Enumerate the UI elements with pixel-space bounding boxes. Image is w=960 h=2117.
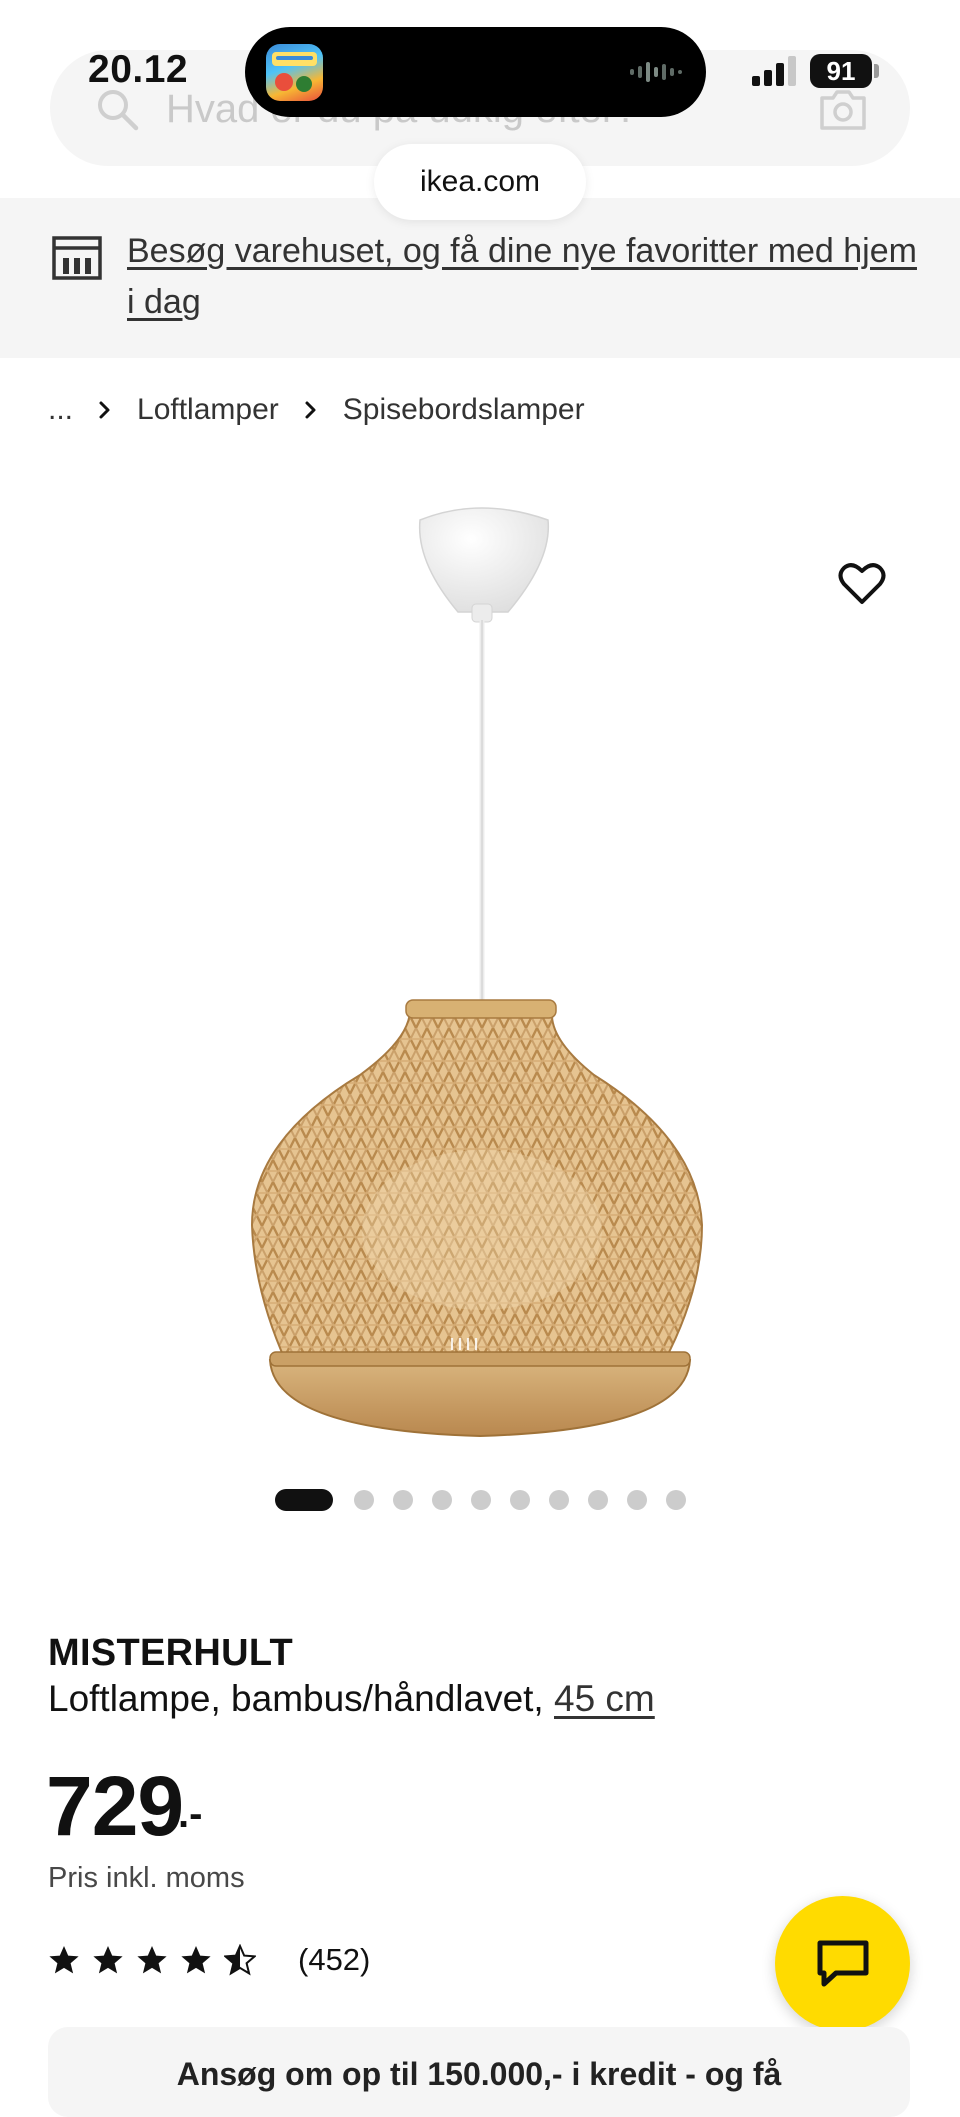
carousel-dot[interactable] bbox=[354, 1490, 374, 1510]
carousel-dot[interactable] bbox=[393, 1490, 413, 1510]
star-icon bbox=[49, 1946, 79, 1974]
breadcrumb-ellipsis[interactable]: ... bbox=[48, 393, 73, 427]
chat-button[interactable] bbox=[775, 1896, 910, 2031]
heart-icon[interactable] bbox=[838, 562, 886, 606]
status-time: 20.12 bbox=[88, 48, 189, 91]
breadcrumb-loftlamper[interactable]: Loftlamper bbox=[137, 393, 279, 427]
credit-banner-text: Ansøg om op til 150.000,- i kredit - og … bbox=[176, 2056, 782, 2092]
breadcrumb-spisebordslamper[interactable]: Spisebordslamper bbox=[343, 393, 585, 427]
battery-tip bbox=[874, 64, 879, 78]
cellular-signal-icon bbox=[752, 56, 796, 86]
image-carousel-dots bbox=[275, 1489, 705, 1511]
product-price: 729 bbox=[46, 1759, 184, 1853]
carousel-dot-active[interactable] bbox=[275, 1489, 333, 1511]
star-icon bbox=[137, 1946, 167, 1974]
product-type: Loftlampe, bambus/håndlavet, bbox=[48, 1678, 544, 1719]
chevron-right-icon bbox=[99, 401, 110, 419]
search-icon[interactable] bbox=[94, 86, 140, 132]
rating-count[interactable]: (452) bbox=[298, 1942, 370, 1978]
star-icon bbox=[93, 1946, 123, 1974]
audio-wave-icon bbox=[630, 62, 682, 82]
product-image[interactable] bbox=[240, 500, 720, 1440]
now-playing-app-icon[interactable] bbox=[266, 44, 323, 101]
price-note: Pris inkl. moms bbox=[48, 1862, 245, 1894]
product-name: MISTERHULT bbox=[48, 1632, 294, 1674]
star-icon bbox=[181, 1946, 211, 1974]
product-rating[interactable]: (452) bbox=[48, 1940, 370, 1980]
price-suffix: .- bbox=[178, 1792, 203, 1836]
app-artwork-icon bbox=[272, 52, 317, 92]
carousel-dot[interactable] bbox=[627, 1490, 647, 1510]
product-size-link[interactable]: 45 cm bbox=[554, 1678, 655, 1719]
store-icon bbox=[52, 236, 102, 280]
chat-icon bbox=[817, 1940, 868, 1986]
breadcrumb: ... Loftlamper Spisebordslamper bbox=[48, 388, 585, 432]
carousel-dot[interactable] bbox=[432, 1490, 452, 1510]
product-description: Loftlampe, bambus/håndlavet, 45 cm bbox=[48, 1678, 655, 1720]
carousel-dot[interactable] bbox=[666, 1490, 686, 1510]
carousel-dot[interactable] bbox=[588, 1490, 608, 1510]
camera-icon[interactable] bbox=[818, 86, 868, 132]
chevron-right-icon bbox=[305, 401, 316, 419]
carousel-dot[interactable] bbox=[471, 1490, 491, 1510]
carousel-dot[interactable] bbox=[549, 1490, 569, 1510]
battery-level: 91 bbox=[826, 56, 856, 86]
carousel-dot[interactable] bbox=[510, 1490, 530, 1510]
url-pill[interactable]: ikea.com bbox=[374, 144, 586, 220]
star-half-icon bbox=[224, 1944, 256, 1976]
store-banner-link[interactable]: Besøg varehuset, og få dine nye favoritt… bbox=[127, 226, 917, 328]
